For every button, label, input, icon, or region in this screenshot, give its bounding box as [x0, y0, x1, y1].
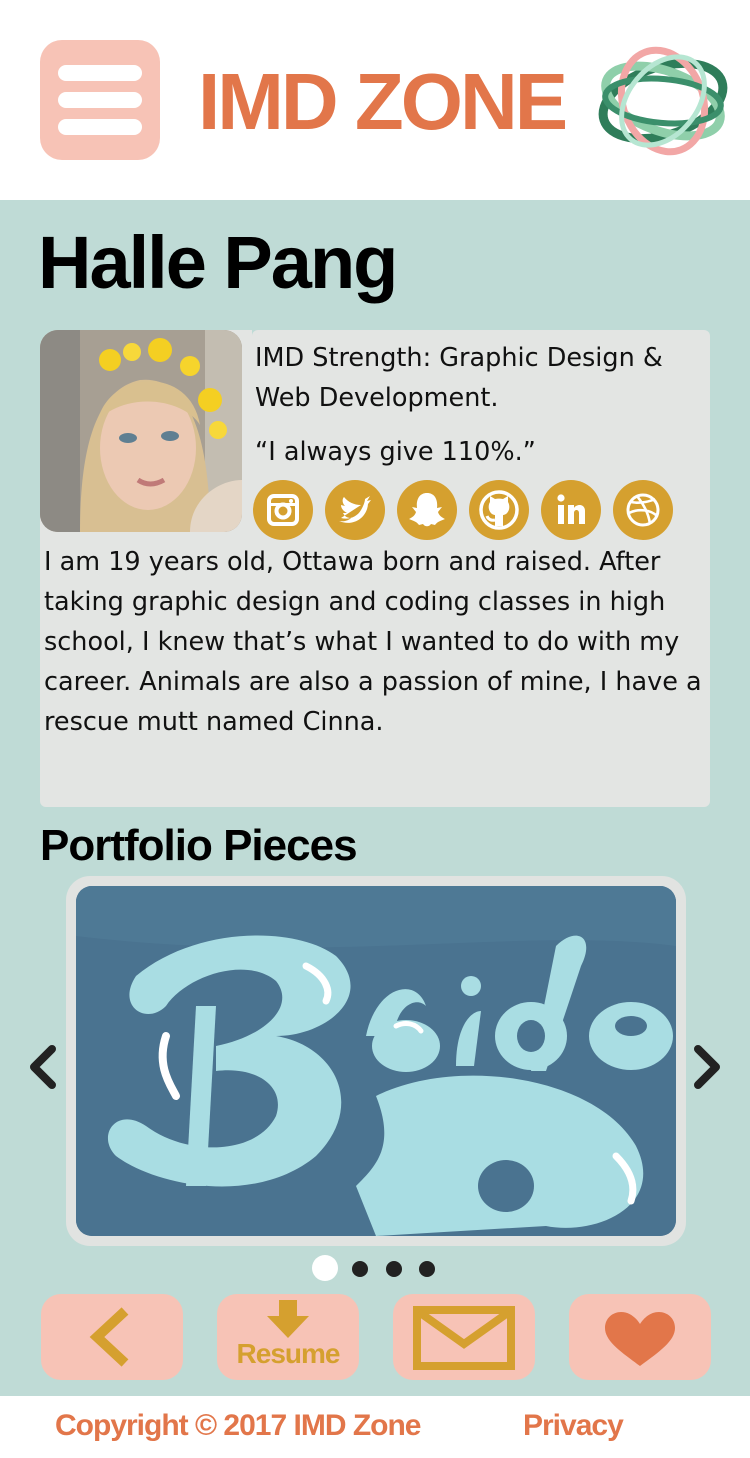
- linkedin-link[interactable]: [541, 480, 601, 540]
- portrait-image: [40, 330, 242, 532]
- back-button[interactable]: [41, 1294, 183, 1380]
- copyright-text: Copyright © 2017 IMD Zone: [55, 1409, 421, 1442]
- bio-card: IMD Strength: Graphic Design & Web Devel…: [40, 330, 710, 807]
- instagram-icon: [267, 494, 299, 526]
- bside-artwork: [76, 886, 676, 1236]
- github-icon: [479, 490, 519, 530]
- rings-logo-icon: [598, 46, 728, 156]
- carousel-prev-chevron-icon[interactable]: [26, 1045, 60, 1089]
- twitter-icon: [339, 496, 371, 523]
- dribbble-icon: [626, 493, 660, 527]
- hamburger-menu-icon-bar: [58, 119, 142, 135]
- imd-strength: IMD Strength: Graphic Design & Web Devel…: [255, 343, 663, 413]
- site-header: IMD ZONE: [0, 0, 750, 200]
- back-chevron-icon: [89, 1307, 129, 1367]
- resume-label: Resume: [236, 1338, 341, 1369]
- portfolio-slide-image: [76, 886, 676, 1236]
- privacy-link[interactable]: Privacy: [523, 1406, 624, 1446]
- dribbble-link[interactable]: [613, 480, 673, 540]
- contact-button[interactable]: [393, 1294, 535, 1380]
- github-link[interactable]: [469, 480, 529, 540]
- linkedin-icon: [557, 494, 585, 524]
- menu-button[interactable]: [40, 40, 160, 160]
- carousel-dot-1[interactable]: [312, 1255, 338, 1281]
- site-brand[interactable]: IMD ZONE: [198, 52, 568, 152]
- twitter-link[interactable]: [325, 480, 385, 540]
- resume-button[interactable]: Resume: [217, 1294, 359, 1380]
- carousel-dot-4[interactable]: [419, 1261, 435, 1277]
- profile-photo: [40, 330, 242, 532]
- student-name: Halle Pang: [38, 221, 398, 304]
- portfolio-carousel[interactable]: [66, 876, 686, 1246]
- carousel-next-chevron-icon[interactable]: [690, 1045, 724, 1089]
- carousel-dot-3[interactable]: [386, 1261, 402, 1277]
- instagram-link[interactable]: [253, 480, 313, 540]
- snapchat-link[interactable]: [397, 480, 457, 540]
- portfolio-title: Portfolio Pieces: [40, 821, 358, 870]
- hamburger-menu-icon: [58, 65, 142, 81]
- heart-icon: [605, 1312, 675, 1366]
- favourite-button[interactable]: [569, 1294, 711, 1380]
- hamburger-menu-icon-bar: [58, 92, 142, 108]
- student-quote: “I always give 110%.”: [255, 437, 536, 467]
- carousel-dot-2[interactable]: [352, 1261, 368, 1277]
- profile-main: Halle Pang IMD Strength: Graphic Design …: [0, 200, 750, 1396]
- mail-icon: [413, 1306, 515, 1370]
- about-text: I am 19 years old, Ottawa born and raise…: [44, 547, 702, 737]
- site-footer: Copyright © 2017 IMD Zone Privacy: [0, 1396, 750, 1458]
- snapchat-icon: [409, 493, 445, 527]
